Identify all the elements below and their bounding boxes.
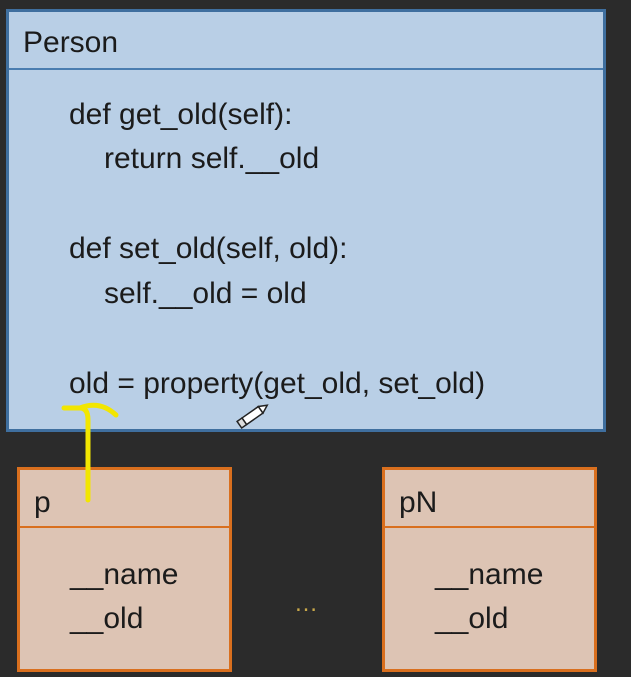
pen-cursor-icon	[236, 404, 269, 430]
annotation-layer	[61, 402, 269, 503]
diagram-canvas: Person def get_old(self): return self.__…	[0, 0, 631, 677]
annotation-arrow	[61, 402, 119, 503]
